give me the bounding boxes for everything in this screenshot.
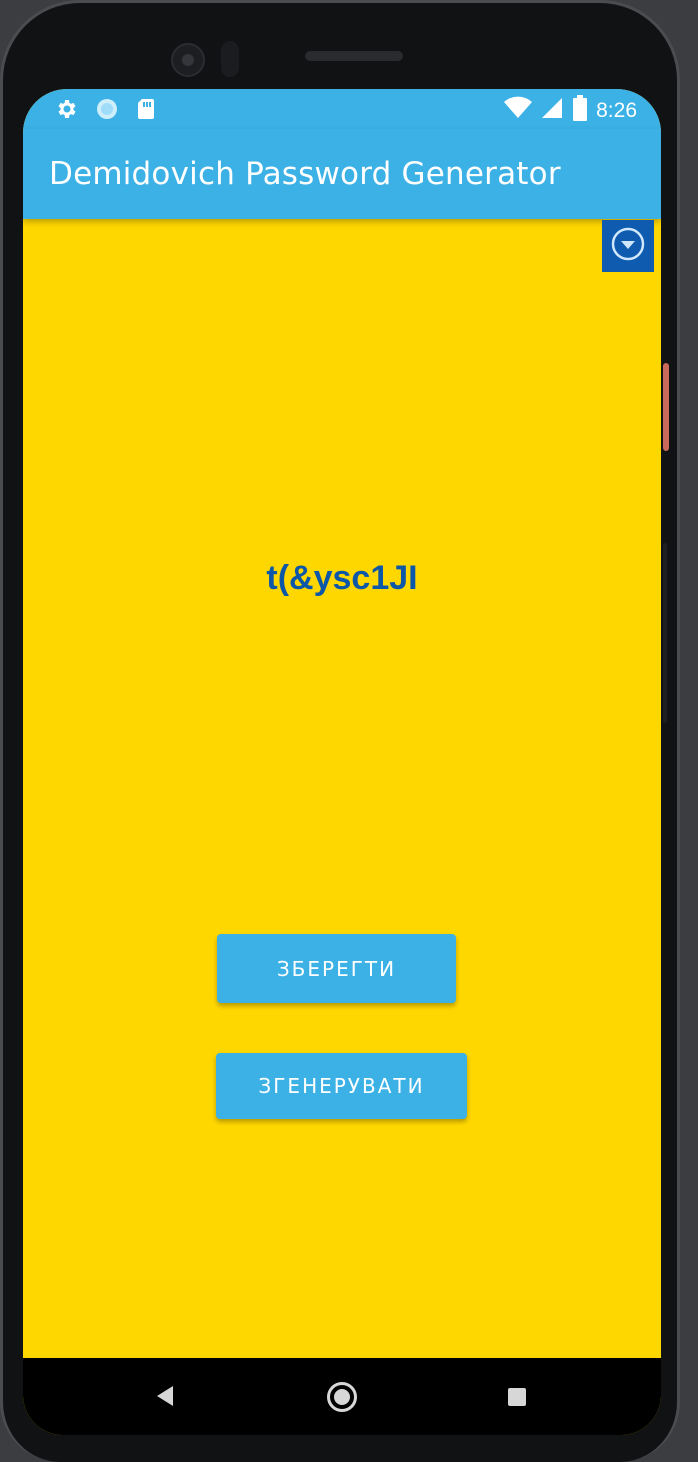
volume-button xyxy=(663,543,667,723)
navigation-bar xyxy=(23,1358,661,1435)
home-icon[interactable] xyxy=(327,1382,357,1412)
status-time: 8:26 xyxy=(596,98,637,122)
cell-signal-icon xyxy=(540,96,564,125)
status-bar: 8:26 xyxy=(23,89,661,129)
back-icon[interactable] xyxy=(155,1384,175,1413)
sync-icon xyxy=(95,97,119,126)
proximity-sensor xyxy=(221,41,239,77)
power-button xyxy=(663,363,669,451)
save-button[interactable]: ЗБЕРЕГТИ xyxy=(217,934,456,1003)
arrow-drop-down-circle-icon xyxy=(610,226,646,267)
sd-card-icon xyxy=(135,97,157,126)
app-title: Demidovich Password Generator xyxy=(49,156,561,192)
recent-apps-icon[interactable] xyxy=(508,1388,526,1406)
phone-frame: 8:26 Demidovich Password Generator t(&ys… xyxy=(0,0,680,1462)
generate-button[interactable]: ЗГЕНЕРУВАТИ xyxy=(216,1053,467,1119)
generated-password: t(&ysc1JI xyxy=(266,559,418,597)
gear-icon xyxy=(55,97,79,126)
battery-icon xyxy=(572,95,588,126)
wifi-icon xyxy=(504,96,533,125)
earpiece-speaker xyxy=(305,51,403,61)
screen: 8:26 Demidovich Password Generator t(&ys… xyxy=(23,89,661,1435)
app-bar: Demidovich Password Generator xyxy=(23,129,661,219)
front-camera xyxy=(171,43,205,77)
dropdown-menu-button[interactable] xyxy=(602,220,654,272)
